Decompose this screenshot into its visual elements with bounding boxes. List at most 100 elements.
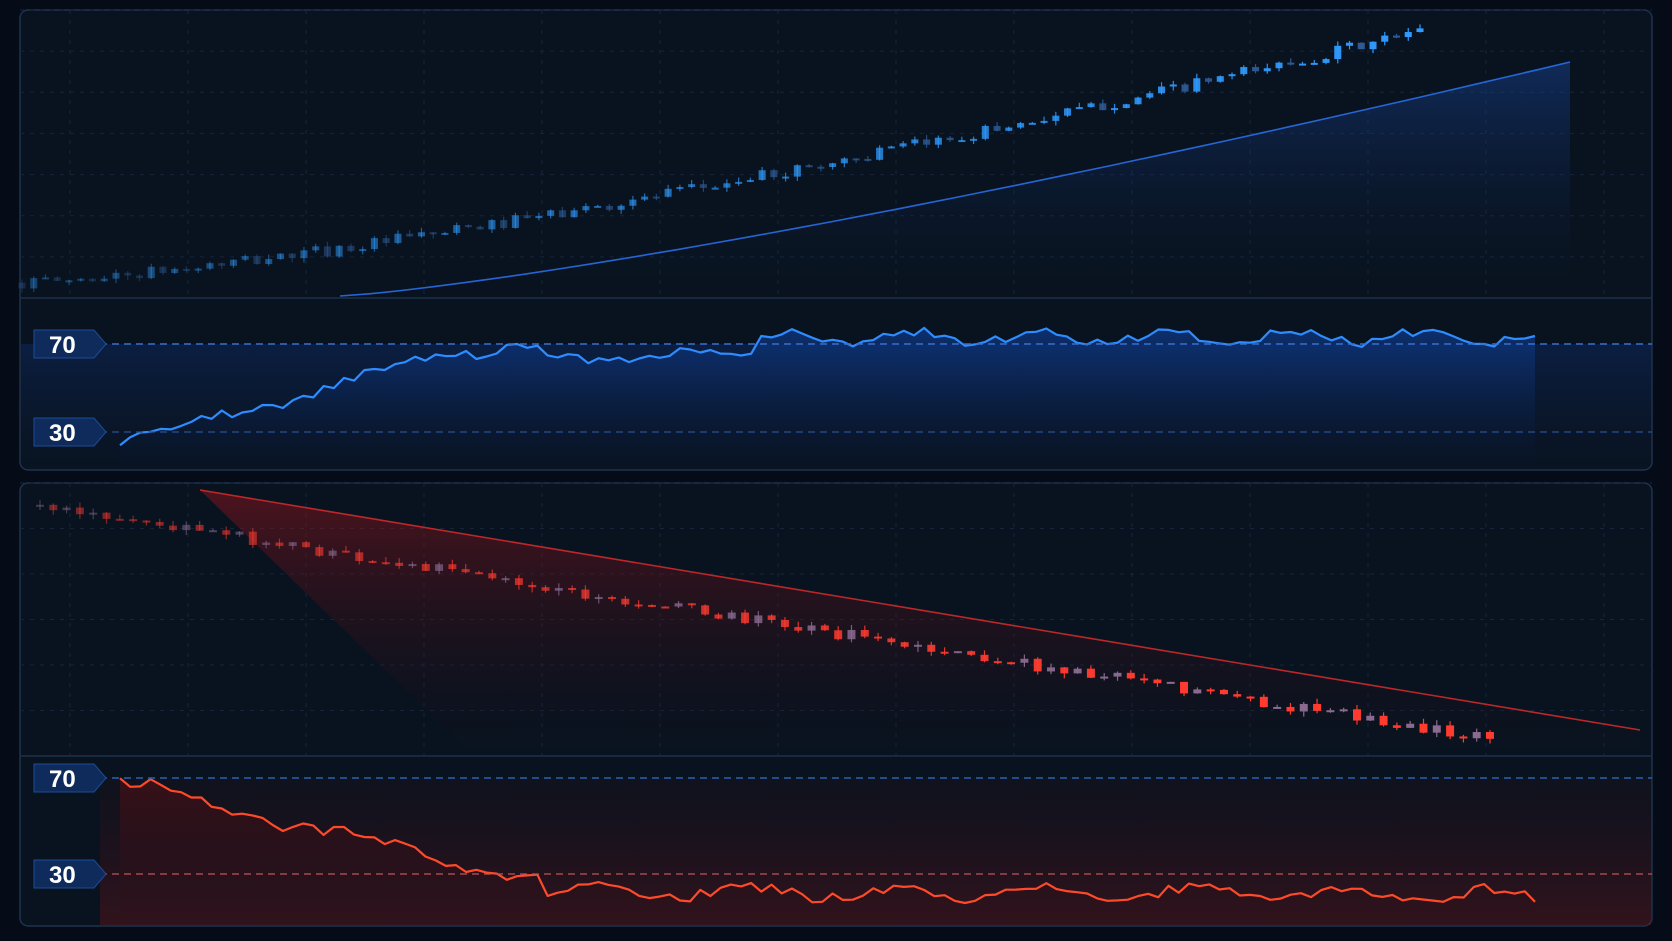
candle-body (746, 179, 754, 182)
lower-level-30-label: 30 (49, 862, 76, 889)
candle-body (302, 542, 311, 548)
candle-body (328, 550, 337, 556)
candle-body (674, 603, 683, 607)
candle-body (159, 266, 167, 273)
candle-body (395, 562, 404, 566)
candle-body (993, 661, 1002, 664)
candle-body (1339, 709, 1348, 712)
candle-body (688, 184, 696, 187)
candle-body (1007, 662, 1016, 665)
candle-body (89, 512, 98, 515)
candle-body (1313, 703, 1322, 711)
candle-body (829, 163, 837, 167)
candle-body (453, 225, 461, 233)
candle-body (1299, 703, 1308, 712)
candle-body (53, 277, 61, 281)
candle-body (1345, 42, 1354, 46)
candle-body (1180, 681, 1189, 694)
candle-body (1406, 723, 1415, 728)
candle-body (647, 604, 656, 607)
candle-body (652, 196, 660, 199)
candle-body (641, 196, 649, 200)
candle-body (253, 256, 261, 265)
candle-body (605, 205, 613, 210)
candle-body (953, 651, 962, 654)
candle-body (417, 232, 425, 237)
candle-body (899, 143, 907, 147)
candle-body (100, 278, 108, 282)
candle-body (448, 564, 457, 570)
candle-body (115, 518, 124, 521)
candle-body (617, 205, 625, 210)
candle-body (701, 605, 710, 615)
candle-body (876, 147, 884, 160)
candle-body (547, 210, 555, 216)
candle-body (852, 158, 860, 161)
candle-body (967, 651, 976, 655)
candle-body (1087, 103, 1095, 108)
candle-body (461, 569, 470, 573)
candle-body (142, 520, 151, 523)
candle-body (1181, 84, 1189, 92)
candle-body (1287, 62, 1295, 65)
candle-body (208, 530, 217, 533)
candle-body (488, 220, 496, 230)
candle-body (262, 542, 271, 545)
candle-body (1216, 76, 1224, 82)
candle-body (300, 250, 308, 259)
candle-body (500, 220, 508, 228)
candle-body (235, 531, 244, 535)
candle-body (1099, 103, 1107, 111)
candle-body (408, 564, 417, 567)
candle-body (523, 215, 531, 219)
candle-body (171, 268, 179, 273)
candle-body (394, 233, 402, 244)
candle-body (335, 245, 343, 257)
candle-body (807, 625, 816, 631)
candle-body (1246, 696, 1255, 699)
candle-body (535, 215, 543, 219)
candle-body (1263, 68, 1271, 72)
candle-body (441, 232, 449, 235)
candle-body (1472, 732, 1481, 739)
candle-body (780, 619, 789, 628)
candle-body (276, 253, 284, 260)
candle-body (1432, 725, 1441, 733)
candle-body (241, 256, 249, 260)
candle-body (222, 530, 231, 535)
candle-body (1060, 667, 1069, 674)
candle-body (1140, 678, 1149, 681)
candle-body (1286, 706, 1295, 712)
candle-body (820, 625, 829, 631)
candle-body (608, 597, 617, 600)
candle-body (793, 165, 801, 177)
candle-body (723, 183, 731, 188)
candle-body (1086, 668, 1095, 678)
candle-body (664, 188, 672, 197)
candle-body (488, 573, 497, 579)
candle-body (864, 158, 872, 161)
candle-body (528, 584, 537, 588)
candle-body (1113, 672, 1122, 677)
candle-body (135, 275, 144, 279)
candle-body (958, 140, 966, 143)
candle-body (147, 266, 155, 279)
candle-body (1169, 84, 1177, 87)
candle-body (887, 638, 896, 643)
candle-body (275, 542, 284, 546)
candle-body (980, 654, 989, 662)
candle-body (913, 644, 922, 647)
candle-body (1111, 108, 1119, 111)
candle-body (1205, 78, 1213, 82)
candle-body (370, 238, 378, 250)
candle-body (1153, 679, 1162, 684)
candle-body (714, 614, 723, 619)
candle-body (993, 125, 1001, 131)
candle-body (1379, 715, 1388, 726)
candle-body (1028, 122, 1036, 125)
candle-body (229, 259, 237, 266)
candle-body (62, 507, 71, 511)
candle-body (1404, 32, 1412, 38)
candle-body (634, 604, 643, 607)
candle-body (1122, 104, 1130, 109)
